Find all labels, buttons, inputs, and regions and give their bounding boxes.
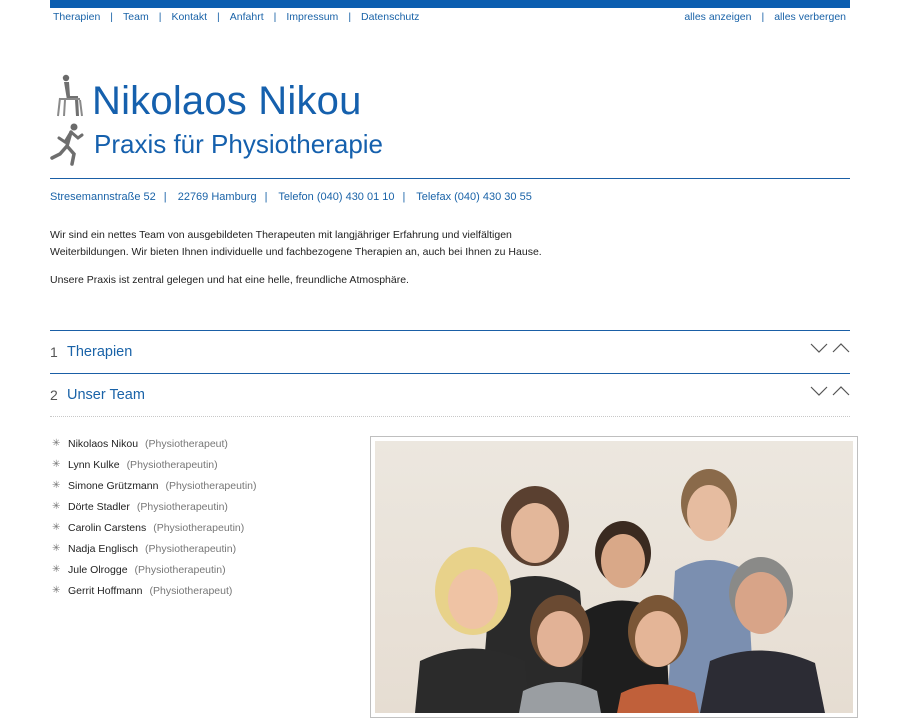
running-figure-icon	[50, 123, 84, 166]
section-unser-team[interactable]: 2 Unser Team	[50, 374, 850, 416]
nav-separator: |	[158, 11, 162, 23]
nav-separator: |	[110, 11, 114, 23]
section-toggles	[810, 343, 850, 353]
asterisk-icon: ✳	[52, 438, 61, 449]
nav-separator: |	[217, 11, 220, 23]
hide-all-link[interactable]: alles verbergen	[774, 11, 846, 23]
team-member: ✳ Nadja Englisch (Physiotherapeutin)	[50, 538, 257, 559]
show-all-link[interactable]: alles anzeigen	[684, 11, 751, 23]
member-role: (Physiotherapeutin)	[153, 521, 245, 534]
member-name: Lynn Kulke	[68, 458, 120, 471]
asterisk-icon: ✳	[52, 585, 61, 596]
member-role: (Physiotherapeutin)	[136, 500, 228, 513]
expand-controls: alles anzeigen | alles verbergen	[684, 11, 850, 23]
site-logo[interactable]: Nikolaos Nikou Praxis für Physiotherapie	[50, 74, 470, 166]
member-role: (Physiotherapeutin)	[134, 563, 226, 576]
asterisk-icon: ✳	[52, 480, 61, 491]
team-photo-illustration	[415, 469, 825, 713]
nav-separator: |	[348, 11, 352, 23]
nav-link-anfahrt[interactable]: Anfahrt	[230, 11, 264, 23]
team-member: ✳ Dörte Stadler (Physiotherapeutin)	[50, 496, 257, 517]
section-dotted-divider	[50, 416, 850, 417]
section-title[interactable]: Unser Team	[67, 387, 145, 403]
intro-paragraph: Wir sind ein nettes Team von ausgebildet…	[50, 229, 542, 258]
section-toggles	[810, 386, 850, 396]
member-name: Dörte Stadler	[68, 500, 130, 513]
section-number: 2	[50, 387, 58, 403]
asterisk-icon: ✳	[52, 543, 61, 554]
section-number: 1	[50, 344, 58, 360]
page-container: Therapien | Team | Kontakt | Anfahrt | Impre…	[50, 0, 858, 718]
member-name: Carolin Carstens	[68, 521, 147, 534]
member-role: (Physiotherapeutin)	[126, 458, 218, 471]
contact-line: Stresemannstraße 52 | 22769 Hamburg | Tele…	[50, 191, 532, 203]
member-name: Gerrit Hoffmann	[68, 584, 143, 597]
top-navigation: Therapien | Team | Kontakt | Anfahrt | Impre…	[50, 11, 850, 23]
brand-name: Nikolaos Nikou	[92, 79, 362, 123]
header-divider	[50, 178, 850, 179]
team-member: ✳ Simone Grützmann (Physiotherapeutin)	[50, 475, 257, 496]
team-member: ✳ Carolin Carstens (Physiotherapeutin)	[50, 517, 257, 538]
asterisk-icon: ✳	[52, 459, 61, 470]
top-bar	[50, 0, 850, 8]
team-member: ✳ Lynn Kulke (Physiotherapeutin)	[50, 454, 257, 475]
asterisk-icon: ✳	[52, 564, 61, 575]
contact-separator: |	[163, 191, 167, 203]
member-name: Nadja Englisch	[68, 542, 139, 555]
contact-separator: |	[402, 191, 406, 203]
section-title[interactable]: Therapien	[67, 344, 132, 360]
team-list: ✳ Nikolaos Nikou (Physiotherapeut) ✳ Lynn K…	[50, 433, 257, 601]
intro-text: Wir sind ein nettes Team von ausgebildet…	[50, 227, 550, 300]
nav-link-datenschutz[interactable]: Datenschutz	[361, 11, 419, 23]
member-name: Nikolaos Nikou	[68, 437, 139, 450]
member-name: Simone Grützmann	[68, 479, 159, 492]
nav-separator: |	[761, 11, 765, 23]
section-therapien[interactable]: 1 Therapien	[50, 331, 850, 373]
main-menu: Therapien | Team | Kontakt | Anfahrt | Impre…	[50, 11, 419, 23]
contact-separator: |	[264, 191, 268, 203]
member-role: (Physiotherapeutin)	[165, 479, 257, 492]
team-photo-frame	[370, 436, 858, 718]
member-role: (Physiotherapeutin)	[145, 542, 237, 555]
nav-separator: |	[273, 11, 277, 23]
intro-paragraph: Unsere Praxis ist zentral gelegen und ha…	[50, 274, 409, 286]
team-member: ✳ Nikolaos Nikou (Physiotherapeut)	[50, 433, 257, 454]
chevron-down-icon[interactable]	[810, 343, 828, 353]
chevron-up-icon[interactable]	[832, 386, 850, 396]
brand-subtitle: Praxis für Physiotherapie	[94, 129, 384, 159]
seated-figure-icon	[57, 74, 83, 117]
chevron-up-icon[interactable]	[832, 343, 850, 353]
nav-link-impressum[interactable]: Impressum	[286, 11, 338, 23]
contact-phone[interactable]: Telefon (040) 430 01 10	[278, 191, 394, 203]
asterisk-icon: ✳	[52, 501, 61, 512]
asterisk-icon: ✳	[52, 522, 61, 533]
member-role: (Physiotherapeut)	[145, 437, 228, 450]
member-name: Jule Olrogge	[68, 563, 128, 576]
nav-link-team[interactable]: Team	[123, 11, 149, 23]
nav-link-kontakt[interactable]: Kontakt	[171, 11, 207, 23]
contact-street: Stresemannstraße 52	[50, 191, 156, 203]
team-photo	[375, 441, 853, 713]
team-member: ✳ Jule Olrogge (Physiotherapeutin)	[50, 559, 257, 580]
contact-city: 22769 Hamburg	[177, 191, 257, 203]
member-role: (Physiotherapeut)	[149, 584, 233, 597]
contact-fax: Telefax (040) 430 30 55	[416, 191, 532, 203]
nav-link-therapien[interactable]: Therapien	[53, 11, 100, 23]
team-member: ✳ Gerrit Hoffmann (Physiotherapeut)	[50, 580, 257, 601]
chevron-down-icon[interactable]	[810, 386, 828, 396]
